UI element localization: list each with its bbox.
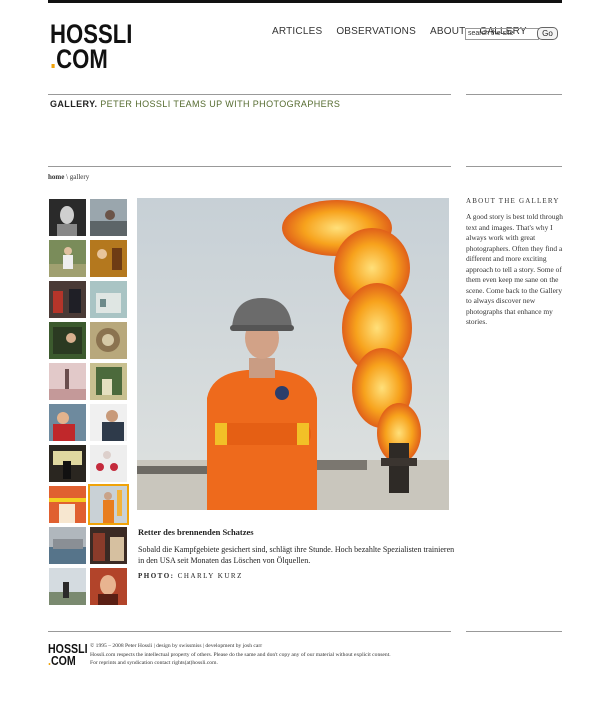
page-title: GALLERY. PETER HOSSLI TEAMS UP WITH PHOT…: [50, 99, 340, 109]
thumbnail[interactable]: [90, 281, 127, 318]
thumbnail[interactable]: [49, 281, 86, 318]
footer-line3: For reprints and syndication contact rig…: [90, 660, 218, 667]
header-rule-left: [48, 94, 451, 95]
photo-credit-label: PHOTO:: [138, 572, 175, 580]
footer-logo-line2: COM: [50, 654, 76, 668]
top-bar: [48, 0, 562, 3]
breadcrumb-rule-right: [466, 166, 562, 167]
thumbnail[interactable]: [90, 527, 127, 564]
thumbnail[interactable]: [90, 404, 127, 441]
thumbnail[interactable]: [49, 486, 86, 523]
breadcrumb-rule-left: [48, 166, 451, 167]
thumbnail[interactable]: [49, 322, 86, 359]
page-title-section: GALLERY.: [50, 99, 98, 109]
photo-caption: Sobald die Kampfgebiete gesichert sind, …: [138, 545, 455, 565]
site-logo[interactable]: HOSSLI .COM: [50, 21, 132, 74]
footer-logo[interactable]: HOSSLI .COM: [48, 643, 88, 668]
thumbnail[interactable]: [49, 404, 86, 441]
footer-line2: Hossli.com respects the intellectual pro…: [90, 651, 391, 658]
nav-observations[interactable]: OBSERVATIONS: [336, 26, 416, 37]
nav-about[interactable]: ABOUT: [430, 26, 465, 37]
thumbnail[interactable]: [90, 363, 127, 400]
footer-text: © 1995 – 2008 Peter Hossli | design by s…: [90, 642, 450, 668]
thumbnail[interactable]: [90, 322, 127, 359]
nav-articles[interactable]: ARTICLES: [272, 26, 322, 37]
thumbnail-selected[interactable]: [88, 484, 129, 525]
thumbnail[interactable]: [49, 240, 86, 277]
logo-line2: COM: [56, 44, 108, 74]
header-rule-right: [466, 94, 562, 95]
footer-line1: © 1995 – 2008 Peter Hossli | design by s…: [90, 643, 263, 649]
thumbnail[interactable]: [49, 199, 86, 236]
thumbnail[interactable]: [90, 568, 127, 605]
thumbnail[interactable]: [49, 568, 86, 605]
photo-credit-name: CHARLY KURZ: [177, 572, 243, 580]
footer-rule-left: [48, 631, 451, 632]
breadcrumb-home[interactable]: home: [48, 173, 64, 181]
page-title-subtitle: PETER HOSSLI TEAMS UP WITH PHOTOGRAPHERS: [100, 99, 341, 109]
aside-heading: ABOUT THE GALLERY: [466, 197, 560, 205]
main-photo: [137, 198, 449, 510]
thumbnail[interactable]: [90, 445, 127, 482]
go-button[interactable]: Go: [537, 27, 558, 40]
thumbnail[interactable]: [49, 445, 86, 482]
photo-credit: PHOTO: CHARLY KURZ: [138, 572, 243, 580]
breadcrumb-current: gallery: [69, 173, 90, 181]
breadcrumb: home \ gallery: [48, 173, 89, 181]
photo-title: Retter des brennenden Schatzes: [138, 527, 254, 537]
thumbnail[interactable]: [90, 240, 127, 277]
thumbnail[interactable]: [49, 527, 86, 564]
footer-rule-right: [466, 631, 562, 632]
thumbnail[interactable]: [90, 199, 127, 236]
aside-text: A good story is best told through text a…: [466, 212, 563, 326]
search-input[interactable]: search the site: [465, 28, 539, 40]
thumbnail[interactable]: [49, 363, 86, 400]
